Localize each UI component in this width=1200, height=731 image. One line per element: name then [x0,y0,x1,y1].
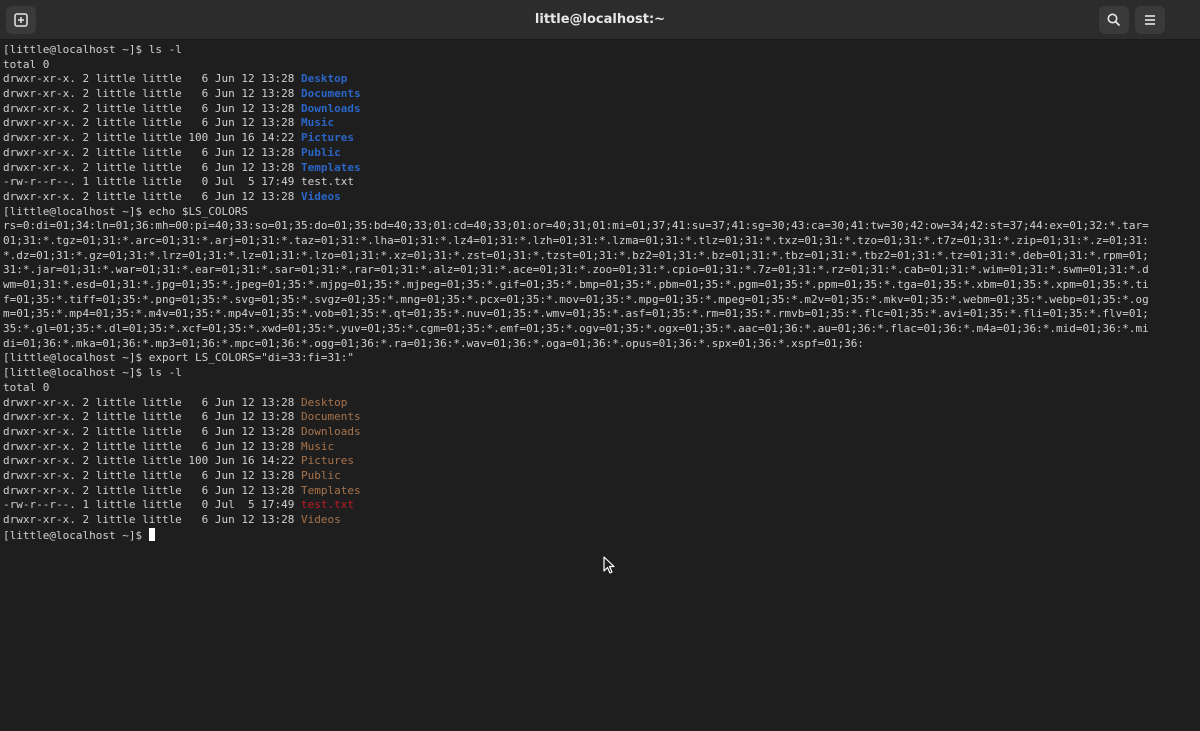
file-meta: drwxr-xr-x. 2 little little 6 Jun 12 13:… [3,189,302,203]
file-meta: drwxr-xr-x. 2 little little 6 Jun 12 13:… [3,116,302,130]
file-meta: drwxr-xr-x. 2 little little 6 Jun 12 13:… [3,72,302,86]
listing-row: drwxr-xr-x. 2 little little 100 Jun 16 1… [3,454,1200,469]
listing-row: drwxr-xr-x. 2 little little 6 Jun 12 13:… [3,146,1200,161]
command: export LS_COLORS="di=33:fi=31:" [148,351,355,365]
active-prompt-line[interactable]: [little@localhost ~]$ [3,527,1200,543]
file-meta: drwxr-xr-x. 2 little little 6 Jun 12 13:… [3,424,302,438]
file-name: Music [301,116,335,130]
text-cursor [148,527,155,541]
ls-colors-output-line: wm=01;31:*.esd=01;31:*.jpg=01;35:*.jpeg=… [3,278,1149,291]
file-name: Templates [301,160,361,174]
file-name: Documents [301,410,361,424]
prompt: [little@localhost ~]$ [3,351,149,365]
ls-colors-output-line: f=01;35:*.tiff=01;35:*.png=01;35:*.svg=0… [3,292,1149,306]
search-icon [1106,12,1122,28]
file-name: Documents [301,87,361,101]
listing-row: drwxr-xr-x. 2 little little 6 Jun 12 13:… [3,116,1200,131]
ls-colors-output-line: 31:*.jar=01;31:*.war=01;31:*.ear=01;31:*… [3,263,1149,277]
file-meta: -rw-r--r--. 1 little little 0 Jul 5 17:4… [3,175,302,189]
prompt: [little@localhost ~]$ [3,366,149,380]
total-line: total 0 [3,380,50,394]
file-meta: drwxr-xr-x. 2 little little 6 Jun 12 13:… [3,439,302,453]
file-name: Templates [301,483,361,497]
command: echo $LS_COLORS [148,204,249,218]
ls-colors-output-line: 35:*.gl=01;35:*.dl=01;35:*.xcf=01;35:*.x… [3,322,1149,336]
command: ls -l [148,366,182,380]
total-line: total 0 [3,57,50,71]
file-name: Desktop [301,395,348,409]
file-meta: drwxr-xr-x. 2 little little 100 Jun 16 1… [3,454,302,468]
file-name: Downloads [301,424,361,438]
listing-row: -rw-r--r--. 1 little little 0 Jul 5 17:4… [3,498,1200,513]
prompt: [little@localhost ~]$ [3,43,149,56]
listing-row: drwxr-xr-x. 2 little little 6 Jun 12 13:… [3,469,1200,484]
listing-row: drwxr-xr-x. 2 little little 6 Jun 12 13:… [3,425,1200,440]
file-meta: drwxr-xr-x. 2 little little 100 Jun 16 1… [3,131,302,145]
file-name: Pictures [301,454,354,468]
listing-row: drwxr-xr-x. 2 little little 6 Jun 12 13:… [3,72,1200,87]
file-meta: drwxr-xr-x. 2 little little 6 Jun 12 13:… [3,87,302,101]
file-name: Videos [301,189,341,203]
listing-row: drwxr-xr-x. 2 little little 6 Jun 12 13:… [3,161,1200,176]
listing-row: drwxr-xr-x. 2 little little 6 Jun 12 13:… [3,102,1200,117]
file-meta: drwxr-xr-x. 2 little little 6 Jun 12 13:… [3,145,302,159]
listing-row: drwxr-xr-x. 2 little little 6 Jun 12 13:… [3,396,1200,411]
prompt: [little@localhost ~]$ [3,528,149,542]
file-name: Downloads [301,101,361,115]
file-meta: drwxr-xr-x. 2 little little 6 Jun 12 13:… [3,513,302,526]
window-title: little@localhost:~ [534,12,666,27]
listing-row: drwxr-xr-x. 2 little little 100 Jun 16 1… [3,131,1200,146]
file-meta: drwxr-xr-x. 2 little little 6 Jun 12 13:… [3,468,302,482]
file-name: Public [301,145,341,159]
command: ls -l [148,43,182,56]
prompt-line: [little@localhost ~]$ ls -l [3,366,1200,381]
file-name: Videos [301,513,341,526]
file-name: Public [301,468,341,482]
listing-row: drwxr-xr-x. 2 little little 6 Jun 12 13:… [3,440,1200,455]
prompt-line: [little@localhost ~]$ export LS_COLORS="… [3,351,1200,366]
mouse-pointer-icon [603,556,615,579]
file-name: test.txt [301,498,354,512]
prompt-line: [little@localhost ~]$ echo $LS_COLORS [3,205,1200,220]
listing-row: drwxr-xr-x. 2 little little 6 Jun 12 13:… [3,410,1200,425]
file-name: Pictures [301,131,354,145]
file-name: Music [301,439,335,453]
terminal-output[interactable]: [little@localhost ~]$ ls -l total 0 drwx… [3,43,1200,731]
hamburger-menu-icon [1142,12,1158,28]
new-tab-button[interactable] [6,6,36,34]
file-meta: drwxr-xr-x. 2 little little 6 Jun 12 13:… [3,483,302,497]
header-bar: little@localhost:~ [0,0,1200,40]
file-meta: drwxr-xr-x. 2 little little 6 Jun 12 13:… [3,410,302,424]
listing-row: drwxr-xr-x. 2 little little 6 Jun 12 13:… [3,190,1200,205]
ls-colors-output-line: 01;31:*.tgz=01;31:*.arc=01;31:*.arj=01;3… [3,233,1149,247]
file-name: Desktop [301,72,348,86]
file-meta: -rw-r--r--. 1 little little 0 Jul 5 17:4… [3,498,302,512]
ls-colors-output-line: rs=0:di=01;34:ln=01;36:mh=00:pi=40;33:so… [3,219,1149,233]
listing-row: drwxr-xr-x. 2 little little 6 Jun 12 13:… [3,484,1200,499]
prompt: [little@localhost ~]$ [3,204,149,218]
ls-colors-output-line: di=01;36:*.mka=01;36:*.mp3=01;36:*.mpc=0… [3,336,864,350]
listing-row: drwxr-xr-x. 2 little little 6 Jun 12 13:… [3,513,1200,528]
file-meta: drwxr-xr-x. 2 little little 6 Jun 12 13:… [3,160,302,174]
terminal-window: little@localhost:~ [little@localhost ~]$… [0,0,1200,731]
file-meta: drwxr-xr-x. 2 little little 6 Jun 12 13:… [3,101,302,115]
file-name: test.txt [301,175,354,189]
menu-button[interactable] [1135,6,1165,34]
ls-colors-output-line: m=01;35:*.mp4=01;35:*.m4v=01;35:*.mp4v=0… [3,307,1149,321]
listing-row: -rw-r--r--. 1 little little 0 Jul 5 17:4… [3,175,1200,190]
file-meta: drwxr-xr-x. 2 little little 6 Jun 12 13:… [3,395,302,409]
listing-row: drwxr-xr-x. 2 little little 6 Jun 12 13:… [3,87,1200,102]
search-button[interactable] [1099,6,1129,34]
ls-colors-output-line: *.dz=01;31:*.gz=01;31:*.lrz=01;31:*.lz=0… [3,248,1149,262]
prompt-line: [little@localhost ~]$ ls -l [3,43,1200,58]
new-tab-icon [13,12,29,28]
